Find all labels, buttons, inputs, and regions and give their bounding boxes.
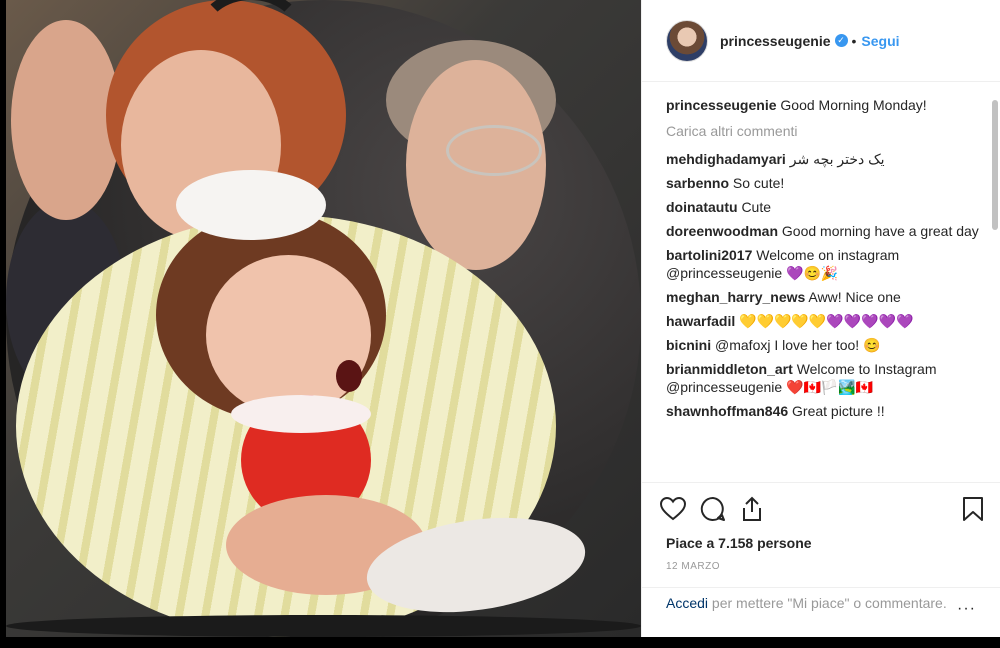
comment-text: یک دختر بچه شر (789, 151, 885, 167)
post-photo[interactable] (6, 0, 641, 637)
comment-user[interactable]: sarbenno (666, 175, 729, 191)
list-item: meghan_harry_news Aww! Nice one (666, 288, 986, 306)
action-icons (642, 483, 1000, 525)
comment-user[interactable]: mehdighadamyari (666, 151, 786, 167)
photo-glasses (446, 125, 542, 176)
list-item: shawnhoffman846 Great picture !! (666, 402, 986, 420)
comment-user[interactable]: shawnhoffman846 (666, 403, 788, 419)
comments-list[interactable]: princesseugenie Good Morning Monday! Car… (666, 96, 986, 478)
comment-text: 💛💛💛💛💛💜💜💜💜💜 (739, 313, 914, 329)
list-item: sarbenno So cute! (666, 174, 986, 192)
comment-user[interactable]: princesseugenie (666, 97, 777, 113)
share-icon[interactable] (740, 496, 764, 522)
list-item: hawarfadil 💛💛💛💛💛💜💜💜💜💜 (666, 312, 986, 330)
post-header: princesseugenie ✓ • Segui (642, 0, 1000, 82)
login-link[interactable]: Accedi (666, 595, 708, 611)
more-options-icon[interactable]: ··· (957, 600, 976, 618)
comment-text: Great picture !! (792, 403, 885, 419)
comment-user[interactable]: brianmiddleton_art (666, 361, 793, 377)
comment-user[interactable]: bicnini (666, 337, 711, 353)
comment-text: Good Morning Monday! (780, 97, 927, 113)
comment-user[interactable]: hawarfadil (666, 313, 735, 329)
comment-text: Cute (741, 199, 772, 215)
separator-dot: • (851, 32, 857, 49)
photo-collar (231, 395, 371, 433)
instagram-post-window: princesseugenie ✓ • Segui princesseugeni… (6, 0, 1000, 637)
comment-user[interactable]: meghan_harry_news (666, 289, 805, 305)
comment-text: Good morning have a great day (781, 223, 979, 239)
list-item: mehdighadamyari یک دختر بچه شر (666, 150, 986, 168)
follow-button[interactable]: Segui (861, 33, 899, 49)
photo-hair-bow (176, 170, 326, 240)
comments-scrollbar[interactable] (992, 100, 998, 230)
photo-man-head (11, 20, 121, 220)
photo-yawning-mouth (336, 360, 362, 392)
avatar[interactable] (666, 19, 708, 62)
comment-icon[interactable] (700, 496, 726, 522)
bookmark-icon[interactable] (962, 496, 984, 522)
post-side-panel: princesseugenie ✓ • Segui princesseugeni… (641, 0, 1000, 637)
post-date: 12 MARZO (666, 561, 721, 572)
comment-user[interactable]: bartolini2017 (666, 247, 752, 263)
post-actions: Piace a 7.158 persone 12 MARZO Accedi pe… (642, 482, 1000, 648)
comment-user[interactable]: doinatautu (666, 199, 738, 215)
list-item: doreenwoodman Good morning have a great … (666, 222, 986, 240)
caption: princesseugenie Good Morning Monday! (666, 96, 986, 114)
load-more-comments[interactable]: Carica altri commenti (666, 122, 986, 140)
list-item: bartolini2017 Welcome on instagram @prin… (666, 246, 986, 282)
likes-count[interactable]: Piace a 7.158 persone (642, 535, 1000, 551)
verified-badge-icon: ✓ (834, 34, 848, 47)
author-username[interactable]: princesseugenie (720, 33, 831, 49)
photo-bottom-strip (6, 615, 641, 637)
comment-text: @mafoxj I love her too! 😊 (715, 337, 881, 353)
login-prompt: Accedi per mettere "Mi piace" o commenta… (642, 587, 1000, 618)
list-item: doinatautu Cute (666, 198, 986, 216)
comment-text: So cute! (732, 175, 785, 191)
comment-text: Aww! Nice one (808, 289, 901, 305)
list-item: brianmiddleton_art Welcome to Instagram … (666, 360, 986, 396)
login-prompt-text: per mettere "Mi piace" o commentare. (708, 595, 947, 611)
heart-icon[interactable] (660, 497, 686, 521)
list-item: bicnini @mafoxj I love her too! 😊 (666, 336, 986, 354)
comment-user[interactable]: doreenwoodman (666, 223, 778, 239)
